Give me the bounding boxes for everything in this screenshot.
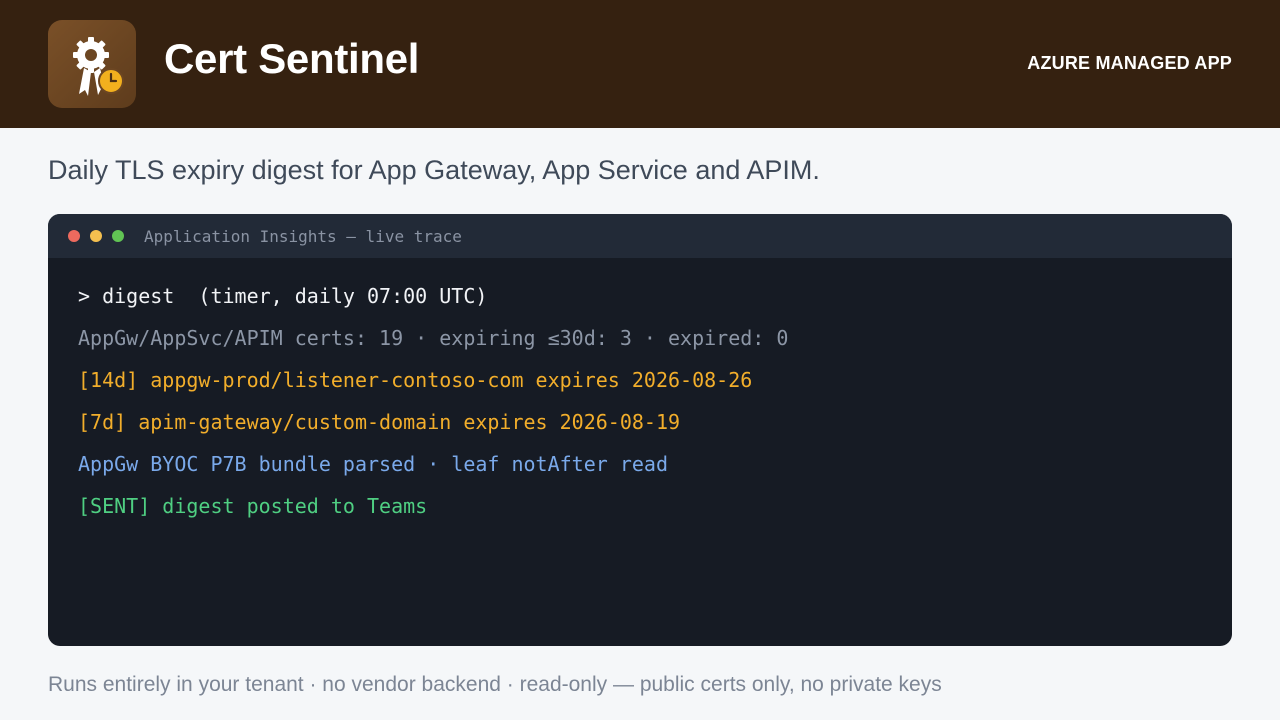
tagline: Daily TLS expiry digest for App Gateway,… xyxy=(48,155,820,185)
terminal-title-bar: Application Insights — live trace xyxy=(48,214,1232,258)
terminal-line-warning: [7d] apim-gateway/custom-domain expires … xyxy=(78,410,681,434)
terminal-line-info: AppGw BYOC P7B bundle parsed · leaf notA… xyxy=(78,452,669,476)
deployment-badge: AZURE MANAGED APP xyxy=(1027,53,1232,73)
app-header: Cert Sentinel AZURE MANAGED APP xyxy=(0,0,1280,128)
terminal-output: > digest (timer, daily 07:00 UTC) AppGw/… xyxy=(78,284,1208,536)
app-title: Cert Sentinel xyxy=(164,35,420,82)
footer-note: Runs entirely in your tenant · no vendor… xyxy=(48,673,942,696)
terminal-line-command: > digest (timer, daily 07:00 UTC) xyxy=(78,284,488,308)
minimize-dot xyxy=(90,230,102,242)
close-dot xyxy=(68,230,80,242)
trace-terminal: Application Insights — live trace > dige… xyxy=(48,214,1232,646)
maximize-dot xyxy=(112,230,124,242)
terminal-line-warning: [14d] appgw-prod/listener-contoso-com ex… xyxy=(78,368,753,392)
terminal-line-summary: AppGw/AppSvc/APIM certs: 19 · expiring ≤… xyxy=(78,326,789,350)
certificate-rosette-clock-icon xyxy=(48,20,136,108)
terminal-line-success: [SENT] digest posted to Teams xyxy=(78,494,428,518)
terminal-title: Application Insights — live trace xyxy=(144,227,462,246)
